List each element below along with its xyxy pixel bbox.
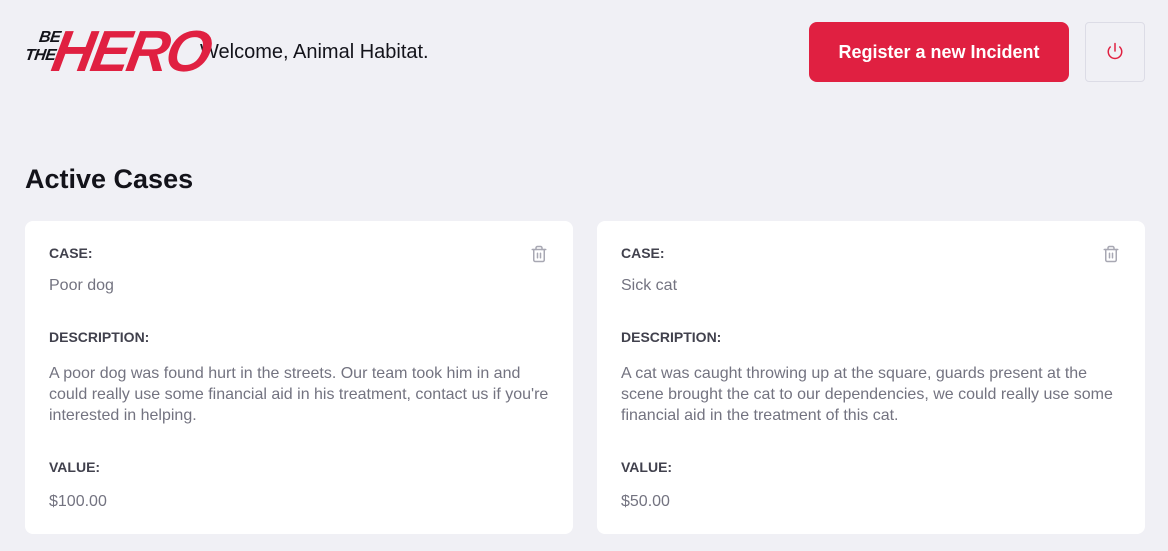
- case-label: CASE:: [621, 245, 665, 261]
- case-name: Poor dog: [49, 277, 114, 294]
- case-label: CASE:: [49, 245, 93, 261]
- header: BE THE HERO Welcome, Animal Habitat. Reg…: [24, 19, 1145, 84]
- case-list: CASE: Poor dog DESCRIPTION: A poor dog w…: [25, 221, 1145, 534]
- welcome-message: Welcome, Animal Habitat.: [200, 40, 429, 63]
- value-label: VALUE:: [49, 459, 101, 475]
- case-value: $50.00: [621, 493, 670, 510]
- logo-hero-text: HERO: [47, 19, 215, 84]
- case-name: Sick cat: [621, 277, 678, 294]
- delete-case-button[interactable]: [529, 245, 549, 265]
- case-card: CASE: Sick cat DESCRIPTION: A cat was ca…: [597, 221, 1145, 534]
- description-label: DESCRIPTION:: [49, 329, 150, 345]
- value-label: VALUE:: [621, 459, 673, 475]
- delete-case-button[interactable]: [1101, 245, 1121, 265]
- case-value: $100.00: [49, 493, 107, 510]
- register-incident-button[interactable]: Register a new Incident: [809, 22, 1069, 82]
- trash-icon: [1102, 244, 1120, 267]
- be-the-hero-logo: BE THE HERO: [24, 19, 215, 84]
- trash-icon: [530, 244, 548, 267]
- logout-button[interactable]: [1085, 22, 1145, 82]
- case-card: CASE: Poor dog DESCRIPTION: A poor dog w…: [25, 221, 573, 534]
- case-description: A poor dog was found hurt in the streets…: [49, 365, 549, 424]
- description-label: DESCRIPTION:: [621, 329, 722, 345]
- case-description: A cat was caught throwing up at the squa…: [621, 365, 1113, 424]
- power-icon: [1106, 42, 1124, 63]
- page-title: Active Cases: [25, 164, 194, 194]
